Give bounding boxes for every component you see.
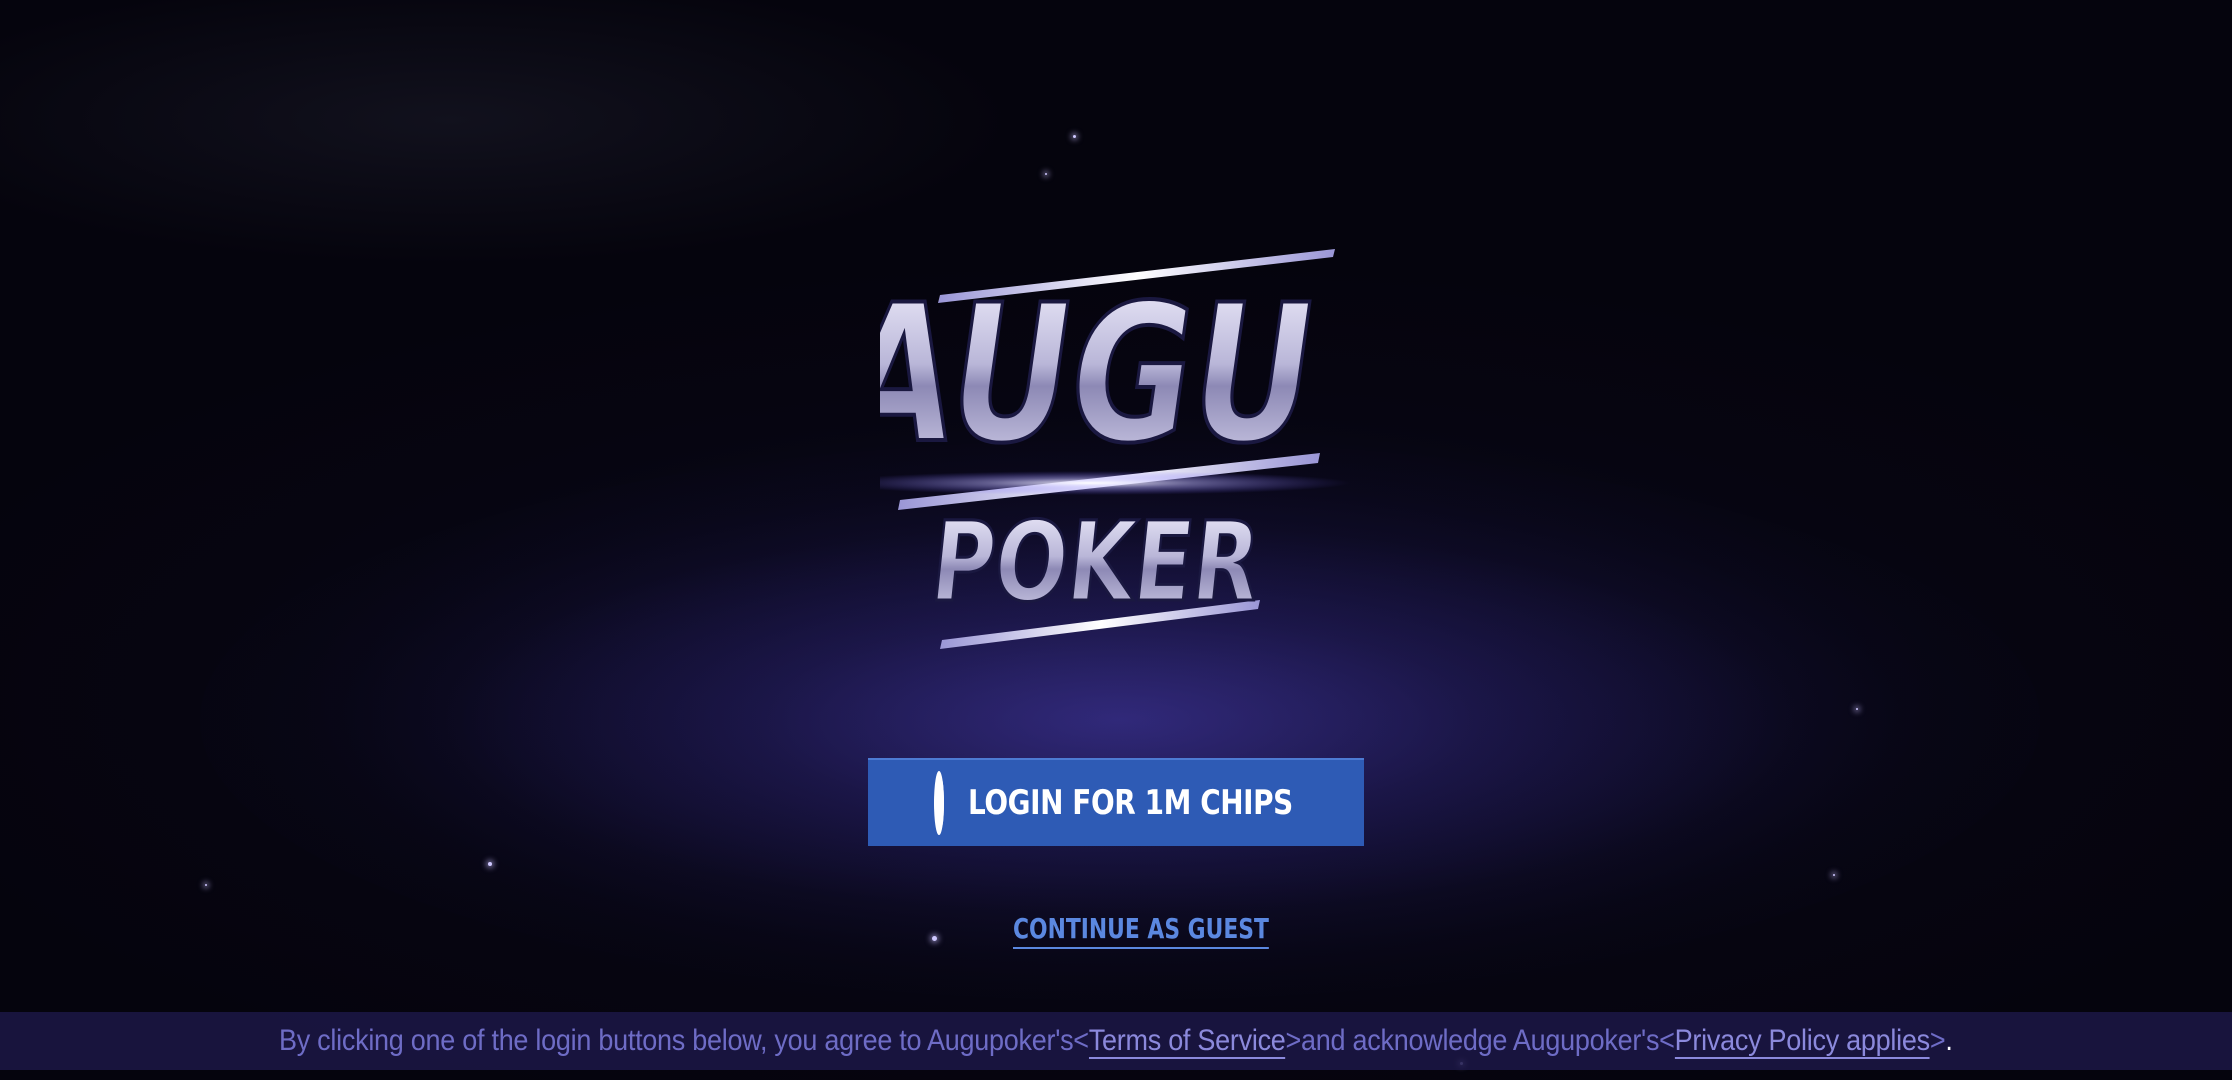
star-decoration [1045, 173, 1047, 175]
augu-poker-logo: AUGU POKER [880, 249, 1350, 649]
logo-line-augu: AUGU [880, 265, 1329, 486]
star-decoration [1856, 708, 1858, 710]
terms-prefix: By clicking one of the login buttons bel… [279, 1024, 1090, 1057]
star-decoration [1073, 135, 1076, 138]
star-decoration [1833, 874, 1835, 876]
terms-footer: By clicking one of the login buttons bel… [0, 1012, 2232, 1070]
logo-line-poker: POKER [926, 499, 1266, 627]
facebook-icon [934, 771, 944, 835]
terms-of-service-link[interactable]: Terms of Service [1089, 1024, 1286, 1059]
privacy-policy-link[interactable]: Privacy Policy applies [1674, 1024, 1930, 1059]
terms-notice: By clicking one of the login buttons bel… [279, 1024, 1954, 1059]
facebook-login-button[interactable]: LOGIN FOR 1M CHIPS [868, 758, 1364, 846]
terms-period: . [1945, 1024, 1954, 1057]
facebook-login-label: LOGIN FOR 1M CHIPS [967, 783, 1293, 823]
terms-suffix: > [1930, 1024, 1946, 1057]
star-decoration [488, 862, 492, 866]
continue-as-guest-link[interactable]: CONTINUE AS GUEST [1013, 912, 1269, 949]
star-decoration [932, 936, 937, 941]
login-screen: AUGU POKER LOGIN FOR 1M CHIPS CONTINUE A… [0, 0, 2232, 1080]
star-decoration [205, 884, 207, 886]
terms-middle: >and acknowledge Augupoker's< [1285, 1024, 1675, 1057]
